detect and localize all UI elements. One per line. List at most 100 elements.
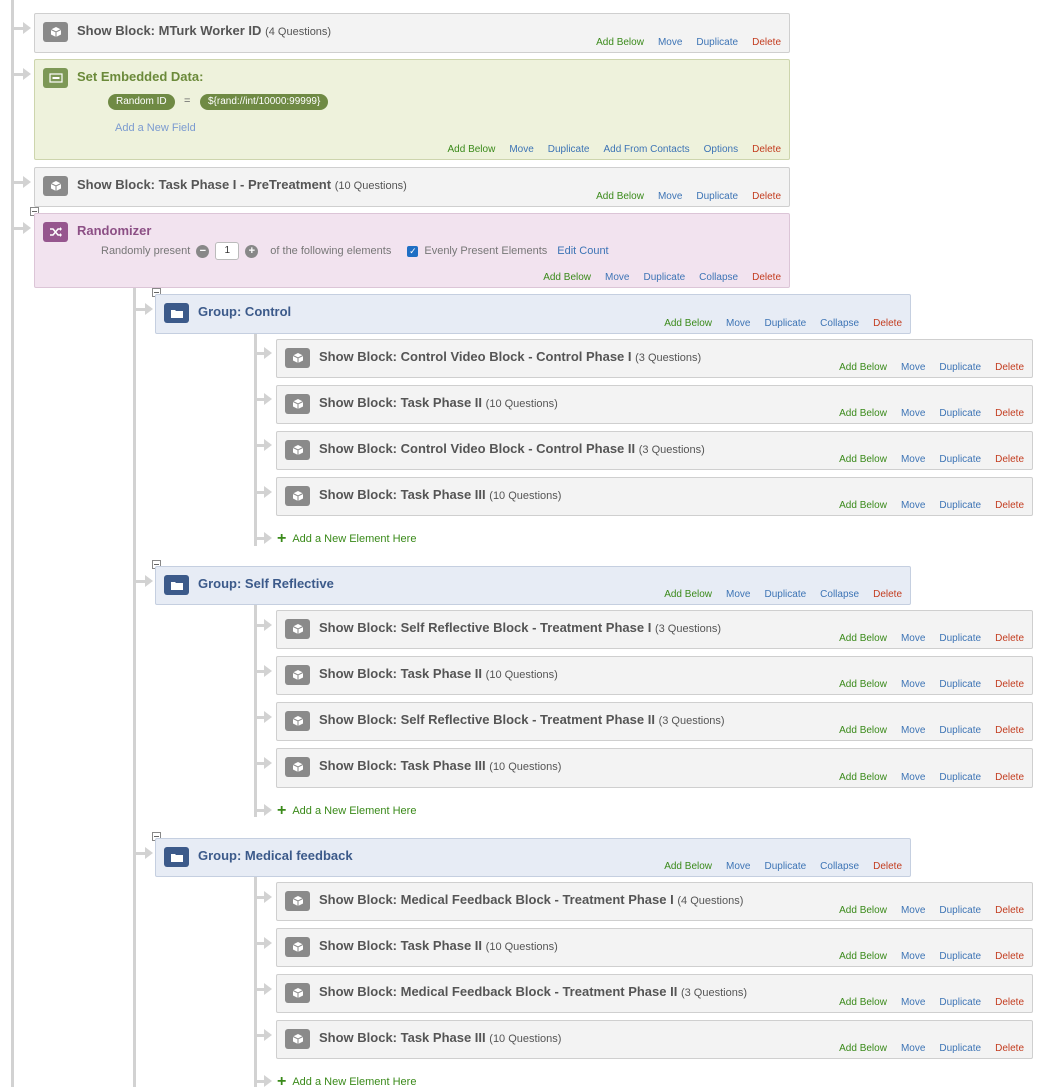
- duplicate-button[interactable]: Duplicate: [548, 144, 590, 155]
- duplicate-button[interactable]: Duplicate: [764, 589, 806, 600]
- add-from-contacts-button[interactable]: Add From Contacts: [603, 144, 689, 155]
- add-below-button[interactable]: Add Below: [543, 272, 591, 283]
- add-below-button[interactable]: Add Below: [839, 772, 887, 783]
- duplicate-button[interactable]: Duplicate: [696, 37, 738, 48]
- move-button[interactable]: Move: [901, 633, 925, 644]
- duplicate-button[interactable]: Duplicate: [939, 905, 981, 916]
- decrement-icon[interactable]: −: [196, 244, 210, 258]
- delete-button[interactable]: Delete: [995, 679, 1024, 690]
- randomizer-element[interactable]: Randomizer Randomly present − 1 + of the…: [34, 213, 790, 288]
- move-button[interactable]: Move: [658, 37, 682, 48]
- block-item[interactable]: Show Block: Task Phase III (10 Questions…: [276, 1020, 1033, 1059]
- move-button[interactable]: Move: [901, 408, 925, 419]
- duplicate-button[interactable]: Duplicate: [939, 633, 981, 644]
- duplicate-button[interactable]: Duplicate: [939, 408, 981, 419]
- move-button[interactable]: Move: [605, 272, 629, 283]
- edit-count-link[interactable]: Edit Count: [557, 245, 608, 257]
- add-below-button[interactable]: Add Below: [664, 589, 712, 600]
- duplicate-button[interactable]: Duplicate: [643, 272, 685, 283]
- block-item[interactable]: Show Block: Self Reflective Block - Trea…: [276, 610, 1033, 649]
- add-below-button[interactable]: Add Below: [839, 454, 887, 465]
- delete-button[interactable]: Delete: [752, 191, 781, 202]
- move-button[interactable]: Move: [901, 362, 925, 373]
- collapse-button[interactable]: Collapse: [699, 272, 738, 283]
- delete-button[interactable]: Delete: [873, 589, 902, 600]
- add-below-button[interactable]: Add Below: [839, 679, 887, 690]
- present-count-input[interactable]: 1: [215, 242, 240, 260]
- duplicate-button[interactable]: Duplicate: [939, 725, 981, 736]
- delete-button[interactable]: Delete: [995, 454, 1024, 465]
- increment-icon[interactable]: +: [245, 244, 259, 258]
- embedded-data-element[interactable]: Set Embedded Data: Random ID = ${rand://…: [34, 59, 790, 160]
- collapse-button[interactable]: Collapse: [820, 589, 859, 600]
- move-button[interactable]: Move: [901, 997, 925, 1008]
- collapse-button[interactable]: Collapse: [820, 318, 859, 329]
- delete-button[interactable]: Delete: [752, 144, 781, 155]
- embedded-field-name[interactable]: Random ID: [108, 94, 175, 110]
- delete-button[interactable]: Delete: [995, 1043, 1024, 1054]
- group-control[interactable]: Group: Control Add Below Move Duplicate …: [155, 294, 911, 334]
- block-item[interactable]: Show Block: Task Phase II (10 Questions)…: [276, 656, 1033, 695]
- duplicate-button[interactable]: Duplicate: [939, 362, 981, 373]
- block-item[interactable]: Show Block: Medical Feedback Block - Tre…: [276, 882, 1033, 921]
- add-below-button[interactable]: Add Below: [839, 633, 887, 644]
- delete-button[interactable]: Delete: [873, 861, 902, 872]
- add-below-button[interactable]: Add Below: [839, 725, 887, 736]
- move-button[interactable]: Move: [901, 500, 925, 511]
- duplicate-button[interactable]: Duplicate: [764, 318, 806, 329]
- embedded-field-value[interactable]: ${rand://int/10000:99999}: [200, 94, 329, 110]
- add-below-button[interactable]: Add Below: [664, 318, 712, 329]
- delete-button[interactable]: Delete: [995, 997, 1024, 1008]
- block-item[interactable]: Show Block: Task Phase II (10 Questions)…: [276, 928, 1033, 967]
- delete-button[interactable]: Delete: [995, 725, 1024, 736]
- add-new-field-link[interactable]: Add a New Field: [115, 122, 196, 134]
- move-button[interactable]: Move: [726, 589, 750, 600]
- add-below-button[interactable]: Add Below: [839, 951, 887, 962]
- add-new-element-link[interactable]: + Add a New Element Here: [277, 531, 416, 547]
- add-below-button[interactable]: Add Below: [839, 1043, 887, 1054]
- move-button[interactable]: Move: [901, 772, 925, 783]
- block-item[interactable]: Show Block: Control Video Block - Contro…: [276, 339, 1033, 378]
- block-mturk-worker-id[interactable]: Show Block: MTurk Worker ID (4 Questions…: [34, 13, 790, 53]
- block-pretreatment[interactable]: Show Block: Task Phase I - PreTreatment …: [34, 167, 790, 207]
- move-button[interactable]: Move: [726, 318, 750, 329]
- move-button[interactable]: Move: [901, 679, 925, 690]
- delete-button[interactable]: Delete: [995, 408, 1024, 419]
- evenly-present-checkbox[interactable]: ✓: [407, 245, 419, 257]
- add-below-button[interactable]: Add Below: [839, 905, 887, 916]
- add-below-button[interactable]: Add Below: [664, 861, 712, 872]
- duplicate-button[interactable]: Duplicate: [939, 679, 981, 690]
- duplicate-button[interactable]: Duplicate: [764, 861, 806, 872]
- move-button[interactable]: Move: [901, 1043, 925, 1054]
- duplicate-button[interactable]: Duplicate: [939, 500, 981, 511]
- duplicate-button[interactable]: Duplicate: [696, 191, 738, 202]
- add-new-element-link[interactable]: + Add a New Element Here: [277, 803, 416, 819]
- block-item[interactable]: Show Block: Self Reflective Block - Trea…: [276, 702, 1033, 741]
- delete-button[interactable]: Delete: [752, 272, 781, 283]
- duplicate-button[interactable]: Duplicate: [939, 454, 981, 465]
- move-button[interactable]: Move: [901, 725, 925, 736]
- block-item[interactable]: Show Block: Task Phase II (10 Questions)…: [276, 385, 1033, 424]
- move-button[interactable]: Move: [901, 905, 925, 916]
- move-button[interactable]: Move: [901, 951, 925, 962]
- group-medical-feedback[interactable]: Group: Medical feedback Add Below Move D…: [155, 838, 911, 877]
- delete-button[interactable]: Delete: [995, 905, 1024, 916]
- add-below-button[interactable]: Add Below: [839, 362, 887, 373]
- add-below-button[interactable]: Add Below: [839, 500, 887, 511]
- duplicate-button[interactable]: Duplicate: [939, 951, 981, 962]
- add-below-button[interactable]: Add Below: [839, 997, 887, 1008]
- add-below-button[interactable]: Add Below: [596, 37, 644, 48]
- delete-button[interactable]: Delete: [995, 362, 1024, 373]
- delete-button[interactable]: Delete: [995, 500, 1024, 511]
- move-button[interactable]: Move: [726, 861, 750, 872]
- delete-button[interactable]: Delete: [752, 37, 781, 48]
- options-button[interactable]: Options: [704, 144, 738, 155]
- add-below-button[interactable]: Add Below: [596, 191, 644, 202]
- duplicate-button[interactable]: Duplicate: [939, 1043, 981, 1054]
- block-item[interactable]: Show Block: Medical Feedback Block - Tre…: [276, 974, 1033, 1013]
- group-self-reflective[interactable]: Group: Self Reflective Add Below Move Du…: [155, 566, 911, 605]
- delete-button[interactable]: Delete: [995, 772, 1024, 783]
- block-item[interactable]: Show Block: Task Phase III (10 Questions…: [276, 477, 1033, 516]
- block-item[interactable]: Show Block: Control Video Block - Contro…: [276, 431, 1033, 470]
- collapse-button[interactable]: Collapse: [820, 861, 859, 872]
